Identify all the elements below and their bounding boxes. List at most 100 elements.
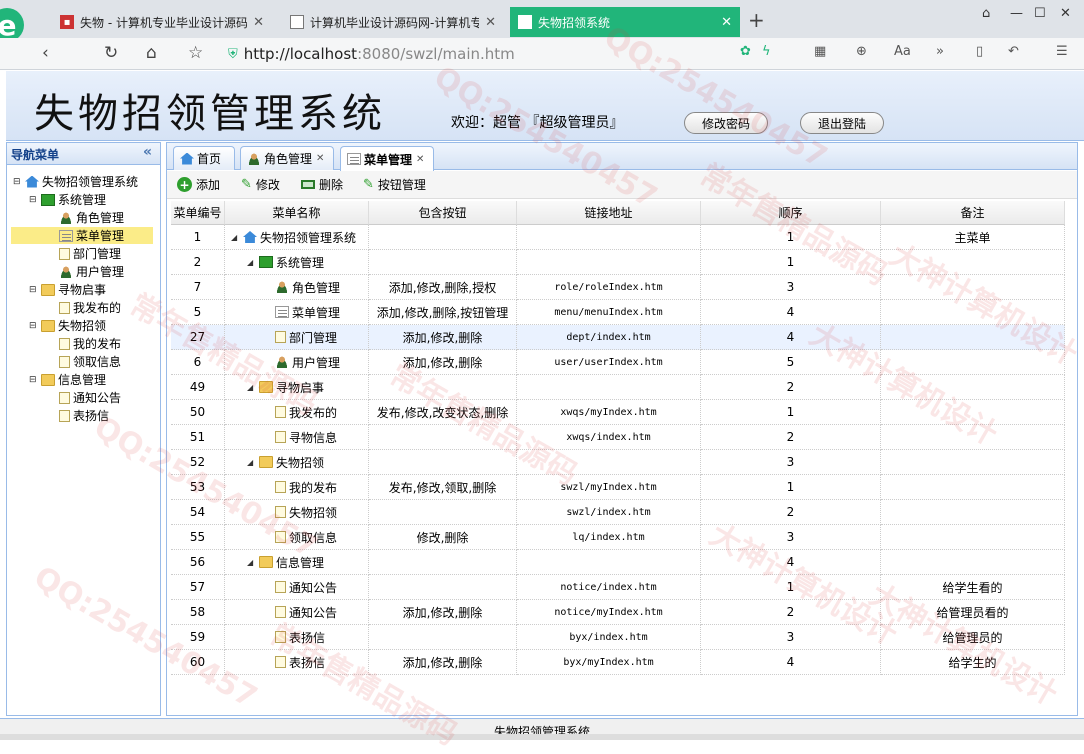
cell-buttons	[369, 375, 517, 400]
browser-tab-active[interactable]: 失物招领系统 ✕	[510, 7, 740, 37]
nav-tree-item[interactable]: 我的发布	[47, 335, 121, 352]
tab-menu-management[interactable]: 菜单管理 ✕	[340, 146, 434, 171]
expand-toggle-icon[interactable]: ◢	[247, 383, 255, 392]
user-icon	[275, 356, 289, 368]
expand-toggle-icon[interactable]: ◢	[247, 558, 255, 567]
maximize-icon[interactable]: ☐	[1034, 6, 1046, 21]
nav-tree-item[interactable]: ⊟ 寻物启事	[29, 281, 106, 298]
close-tab-icon[interactable]: ✕	[721, 15, 732, 30]
nav-tree-item[interactable]: 角色管理	[47, 209, 124, 226]
table-row[interactable]: 53 我的发布 发布,修改,领取,删除 swzl/myIndex.htm 1	[171, 475, 1065, 500]
column-header[interactable]: 链接地址	[517, 201, 701, 225]
nav-tree-item[interactable]: ⊟ 失物招领	[29, 317, 106, 334]
lightning-icon[interactable]: ϟ	[762, 44, 771, 59]
cell-order: 1	[701, 250, 881, 275]
nav-tree-item[interactable]: ⊟ 信息管理	[29, 371, 106, 388]
column-header[interactable]: 备注	[881, 201, 1065, 225]
extension-icon[interactable]: ✿	[740, 44, 751, 59]
table-row[interactable]: 51 寻物信息 xwqs/index.htm 2	[171, 425, 1065, 450]
logout-button[interactable]: 退出登陆	[800, 112, 884, 134]
menu-icon[interactable]: ☰	[1056, 44, 1068, 59]
phone-icon[interactable]: ▯	[976, 44, 983, 59]
folder-icon	[259, 381, 273, 393]
nav-tree-item[interactable]: 通知公告	[47, 389, 121, 406]
nav-tree-item[interactable]: 用户管理	[47, 263, 124, 280]
doc-icon	[275, 656, 286, 668]
undo-icon[interactable]: ↶	[1008, 44, 1019, 59]
table-row[interactable]: 55 领取信息 修改,删除 lq/index.htm 3	[171, 525, 1065, 550]
favorite-star-icon[interactable]: ☆	[188, 42, 203, 64]
close-icon[interactable]: ✕	[316, 153, 324, 164]
column-header[interactable]: 菜单名称	[225, 201, 369, 225]
welcome-text: 欢迎：超管 『超级管理员』	[451, 115, 624, 131]
browser-tab[interactable]: 计算机毕业设计源码网-计算机专 ✕	[282, 7, 504, 37]
skin-icon[interactable]: ⌂	[982, 6, 990, 21]
cell-name-label: 角色管理	[292, 280, 341, 295]
translate-icon[interactable]: ⊕	[856, 44, 867, 59]
table-row[interactable]: 59 表扬信 byx/index.htm 3 给管理员的	[171, 625, 1065, 650]
home-icon[interactable]: ⌂	[146, 42, 157, 64]
browser-tab[interactable]: ▪ 失物 - 计算机专业毕业设计源码 ✕	[52, 7, 272, 37]
column-header[interactable]: 菜单编号	[171, 201, 225, 225]
cell-name-label: 我发布的	[289, 405, 338, 420]
tab-home[interactable]: 首页	[173, 146, 235, 170]
nav-tree-item[interactable]: ⊟ 系统管理	[29, 191, 106, 208]
nav-tree-item[interactable]: 表扬信	[47, 407, 109, 424]
main-panel: 首页 角色管理 ✕ 菜单管理 ✕ + 添加 ✎ 修改 删除 ✎ 按钮管理 菜单编…	[166, 142, 1078, 716]
table-row[interactable]: 54 失物招领 swzl/index.htm 2	[171, 500, 1065, 525]
collapse-icon[interactable]: «	[143, 144, 152, 160]
apps-icon[interactable]: ▦	[814, 44, 826, 59]
nav-tree-item[interactable]: 菜单管理	[11, 227, 153, 244]
url-field[interactable]: ⛨ http://localhost :8080/swzl/main.htm	[228, 43, 788, 65]
table-row[interactable]: 56 ◢ 信息管理 4	[171, 550, 1065, 575]
expand-toggle-icon[interactable]: ◢	[231, 233, 239, 242]
table-row[interactable]: 27 部门管理 添加,修改,删除 dept/index.htm 4	[171, 325, 1065, 350]
delete-button[interactable]: 删除	[301, 176, 343, 193]
nav-tree-item[interactable]: 我发布的	[47, 299, 121, 316]
collapse-toggle-icon[interactable]: ⊟	[29, 321, 39, 331]
column-header[interactable]: 顺序	[701, 201, 881, 225]
change-password-button[interactable]: 修改密码	[684, 112, 768, 134]
table-row[interactable]: 58 通知公告 添加,修改,删除 notice/myIndex.htm 2 给管理员看的	[171, 600, 1065, 625]
add-button[interactable]: + 添加	[177, 176, 220, 193]
doc-icon	[275, 581, 286, 593]
nav-tree-item[interactable]: 领取信息	[47, 353, 121, 370]
table-row[interactable]: 1 ◢ 失物招领管理系统 1 主菜单	[171, 225, 1065, 250]
tab-role-management[interactable]: 角色管理 ✕	[240, 146, 334, 170]
collapse-toggle-icon[interactable]: ⊟	[29, 285, 39, 295]
nav-tree-item[interactable]: ⊟ 失物招领管理系统	[13, 173, 138, 190]
cell-note	[881, 450, 1065, 475]
close-tab-icon[interactable]: ✕	[485, 15, 496, 30]
tab-label: 角色管理	[264, 152, 313, 166]
table-row[interactable]: 7 角色管理 添加,修改,删除,授权 role/roleIndex.htm 3	[171, 275, 1065, 300]
table-row[interactable]: 50 我发布的 发布,修改,改变状态,删除 xwqs/myIndex.htm 1	[171, 400, 1065, 425]
collapse-toggle-icon[interactable]: ⊟	[29, 375, 39, 385]
back-icon[interactable]: ‹	[42, 42, 49, 64]
collapse-toggle-icon[interactable]: ⊟	[13, 177, 23, 187]
table-row[interactable]: 52 ◢ 失物招领 3	[171, 450, 1065, 475]
close-window-icon[interactable]: ✕	[1060, 6, 1071, 21]
table-row[interactable]: 57 通知公告 notice/index.htm 1 给学生看的	[171, 575, 1065, 600]
expand-toggle-icon[interactable]: ◢	[247, 458, 255, 467]
close-icon[interactable]: ✕	[416, 154, 424, 165]
button-management-button[interactable]: ✎ 按钮管理	[363, 176, 426, 193]
nav-tree-item[interactable]: 部门管理	[47, 245, 121, 262]
table-row[interactable]: 5 菜单管理 添加,修改,删除,按钮管理 menu/menuIndex.htm 4	[171, 300, 1065, 325]
reload-icon[interactable]: ↻	[104, 42, 118, 64]
user-icon	[275, 281, 289, 293]
table-row[interactable]: 6 用户管理 添加,修改,删除 user/userIndex.htm 5	[171, 350, 1065, 375]
close-tab-icon[interactable]: ✕	[253, 15, 264, 30]
doc-icon	[59, 391, 70, 404]
collapse-toggle-icon[interactable]: ⊟	[29, 195, 39, 205]
table-row[interactable]: 2 ◢ 系统管理 1	[171, 250, 1065, 275]
new-tab-button[interactable]: +	[748, 8, 765, 32]
expand-toggle-icon[interactable]: ◢	[247, 258, 255, 267]
edit-button[interactable]: ✎ 修改	[241, 176, 280, 193]
reader-icon[interactable]: Aa	[894, 44, 911, 59]
more-icon[interactable]: »	[936, 44, 944, 59]
nav-tree-label: 寻物启事	[58, 283, 107, 297]
column-header[interactable]: 包含按钮	[369, 201, 517, 225]
minimize-icon[interactable]: —	[1010, 6, 1023, 21]
table-row[interactable]: 49 ◢ 寻物启事 2	[171, 375, 1065, 400]
table-row[interactable]: 60 表扬信 添加,修改,删除 byx/myIndex.htm 4 给学生的	[171, 650, 1065, 675]
